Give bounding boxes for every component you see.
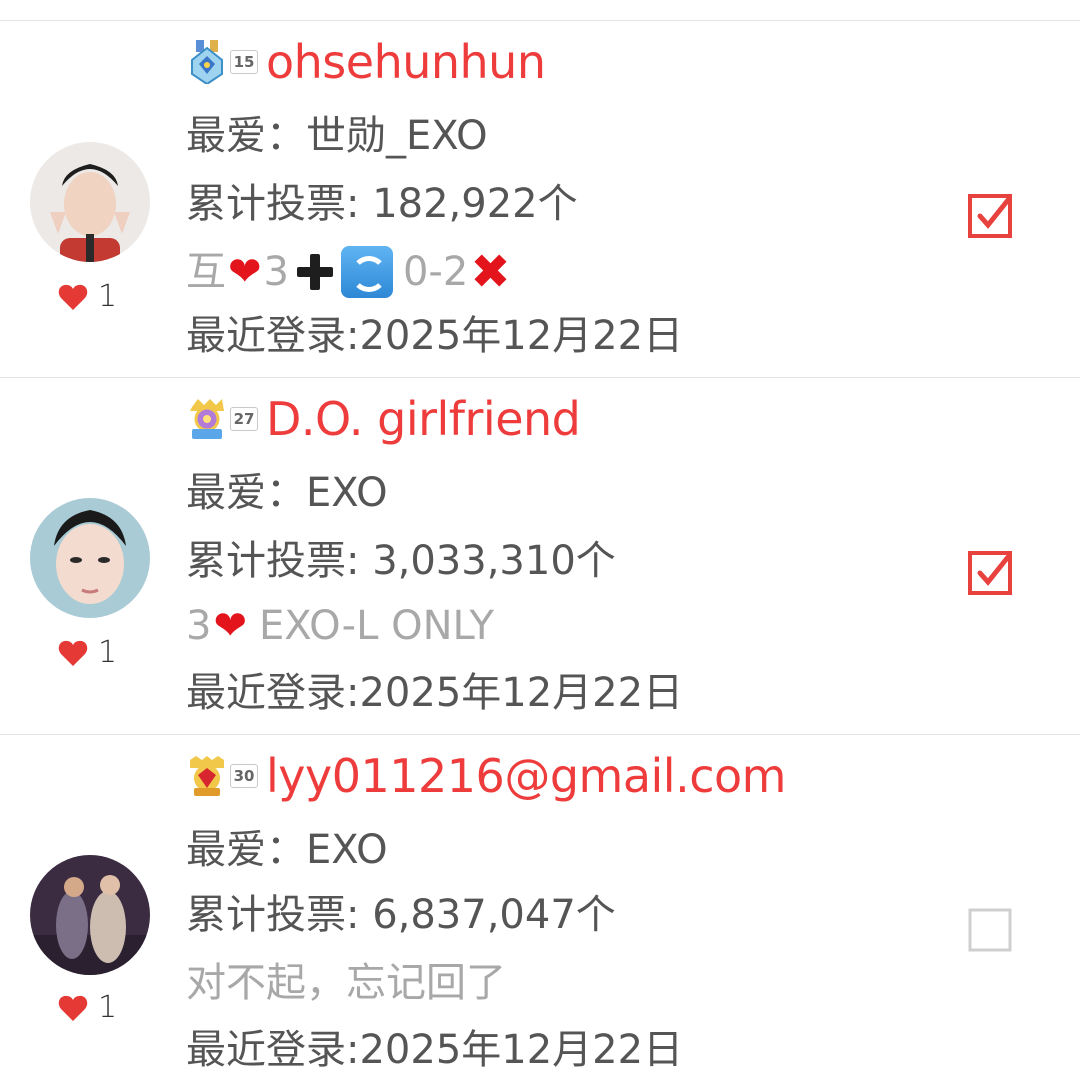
checkbox-unchecked-icon bbox=[968, 908, 1012, 952]
like-count: 1 bbox=[98, 990, 118, 1025]
select-checkbox[interactable] bbox=[968, 908, 1012, 952]
heart-icon bbox=[58, 640, 88, 666]
level-number: 15 bbox=[230, 50, 258, 74]
last-login-text: 最近登录:2025年12月22日 bbox=[186, 313, 684, 359]
plus-emoji-icon bbox=[291, 248, 339, 296]
checkbox-checked-icon bbox=[968, 551, 1012, 595]
heart-emoji-icon: ❤ bbox=[213, 603, 247, 649]
favorite-text: 最爱：世勋_EXO bbox=[186, 113, 488, 159]
select-checkbox[interactable] bbox=[968, 551, 1012, 595]
ruby-medal-icon bbox=[190, 756, 224, 796]
avatar-image bbox=[30, 498, 150, 618]
username[interactable]: ohsehunhun bbox=[266, 39, 546, 85]
status-text-b: EXO-L ONLY bbox=[258, 603, 494, 649]
likes-counter[interactable]: 1 bbox=[58, 282, 117, 312]
like-count: 1 bbox=[98, 635, 118, 670]
status-text-c: 0-2 bbox=[402, 249, 469, 295]
level-badge: 15 bbox=[186, 40, 258, 84]
favorite-text: 最爱：EXO bbox=[186, 470, 388, 516]
status-text-a: 互 bbox=[186, 249, 226, 295]
last-login-text: 最近登录:2025年12月22日 bbox=[186, 1027, 684, 1073]
status-message: 对不起，忘记回了 bbox=[186, 963, 506, 1003]
checkbox-checked-icon bbox=[968, 194, 1012, 238]
votes-text: 累计投票: 3,033,310个 bbox=[186, 538, 616, 584]
medal-icon bbox=[191, 40, 223, 84]
like-count: 1 bbox=[98, 279, 118, 314]
user-card-1[interactable]: 1 15 ohsehunhun 最爱：世勋_EXO 累计投票: 182,922个… bbox=[0, 21, 1080, 378]
crown-medal-icon bbox=[190, 399, 224, 439]
status-message: 3 ❤ EXO-L ONLY bbox=[186, 606, 494, 646]
name-row: 27 D.O. girlfriend bbox=[186, 396, 581, 442]
cycle-emoji-icon bbox=[340, 246, 393, 298]
level-number: 30 bbox=[230, 764, 258, 788]
user-card-3[interactable]: 1 30 lyy011216@gmail.com 最爱：EXO 累计投票: 6,… bbox=[0, 735, 1080, 1080]
avatar-image bbox=[30, 855, 150, 975]
name-row: 15 ohsehunhun bbox=[186, 39, 546, 85]
heart-icon bbox=[58, 284, 88, 310]
avatar-image bbox=[30, 142, 150, 262]
votes-text: 累计投票: 182,922个 bbox=[186, 181, 578, 227]
level-badge: 30 bbox=[186, 754, 258, 798]
last-login-text: 最近登录:2025年12月22日 bbox=[186, 670, 684, 716]
user-card-2[interactable]: 1 27 D.O. girlfriend 最爱：EXO 累计投票: 3,033,… bbox=[0, 378, 1080, 735]
select-checkbox[interactable] bbox=[968, 194, 1012, 238]
cross-mark-emoji-icon: ✖ bbox=[470, 244, 511, 300]
avatar[interactable] bbox=[30, 855, 150, 975]
user-list-page: 1 15 ohsehunhun 最爱：世勋_EXO 累计投票: 182,922个… bbox=[0, 0, 1080, 1080]
avatar[interactable] bbox=[30, 498, 150, 618]
favorite-text: 最爱：EXO bbox=[186, 827, 388, 873]
votes-text: 累计投票: 6,837,047个 bbox=[186, 892, 616, 938]
name-row: 30 lyy011216@gmail.com bbox=[186, 753, 786, 799]
level-number: 27 bbox=[230, 407, 258, 431]
likes-counter[interactable]: 1 bbox=[58, 638, 117, 668]
level-badge: 27 bbox=[186, 397, 258, 441]
likes-counter[interactable]: 1 bbox=[58, 993, 117, 1023]
heart-icon bbox=[58, 995, 88, 1021]
heart-emoji-icon: ❤ bbox=[228, 249, 262, 295]
avatar[interactable] bbox=[30, 142, 150, 262]
status-text-a: 对不起，忘记回了 bbox=[186, 960, 506, 1006]
username[interactable]: D.O. girlfriend bbox=[266, 396, 581, 442]
username[interactable]: lyy011216@gmail.com bbox=[266, 753, 786, 799]
status-text-a: 3 bbox=[186, 603, 212, 649]
status-text-b: 3 bbox=[263, 249, 289, 295]
status-message: 互 ❤ 3 0-2 ✖ bbox=[186, 246, 511, 298]
